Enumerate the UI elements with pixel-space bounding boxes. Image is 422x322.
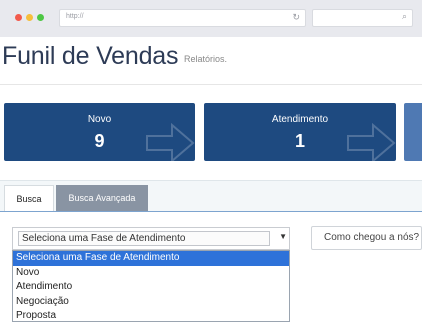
stage-card-partial[interactable] (404, 103, 422, 161)
select-value: Seleciona uma Fase de Atendimento (18, 231, 270, 246)
divider (0, 84, 422, 85)
arrow-right-icon (347, 123, 396, 161)
dropdown-option[interactable]: Atendimento (13, 280, 289, 295)
fase-atendimento-dropdown[interactable]: Seleciona uma Fase de Atendimento Novo A… (12, 250, 290, 322)
fase-atendimento-select[interactable]: Seleciona uma Fase de Atendimento ▼ (12, 227, 290, 250)
stage-card-novo[interactable]: Novo 9 (4, 103, 195, 161)
search-icon: ⌕ (401, 11, 407, 21)
chevron-down-icon[interactable]: ▼ (279, 232, 287, 241)
maximize-window-button[interactable] (37, 14, 44, 21)
page-title: Funil de Vendas (2, 42, 179, 70)
dropdown-option[interactable]: Proposta (13, 309, 289, 321)
page-subtitle: Relatórios. (184, 54, 228, 64)
reload-icon[interactable]: ↻ (292, 12, 300, 23)
address-text: http:// (66, 13, 84, 20)
arrow-right-icon (146, 123, 195, 161)
browser-toolbar: http:// ↻ ⌕ (0, 0, 422, 37)
close-window-button[interactable] (15, 14, 22, 21)
dropdown-option[interactable]: Seleciona uma Fase de Atendimento (13, 251, 289, 266)
dropdown-option[interactable]: Novo (13, 266, 289, 281)
dropdown-option[interactable]: Negociação (13, 295, 289, 310)
tab-busca[interactable]: Busca (4, 185, 54, 211)
tab-busca-avancada[interactable]: Busca Avançada (56, 185, 148, 211)
como-chegou-select[interactable]: Como chegou a nós? (311, 226, 422, 250)
browser-search-field[interactable]: ⌕ (312, 9, 413, 27)
minimize-window-button[interactable] (26, 14, 33, 21)
stage-card-atendimento[interactable]: Atendimento 1 (204, 103, 396, 161)
address-bar[interactable]: http:// ↻ (59, 9, 306, 27)
